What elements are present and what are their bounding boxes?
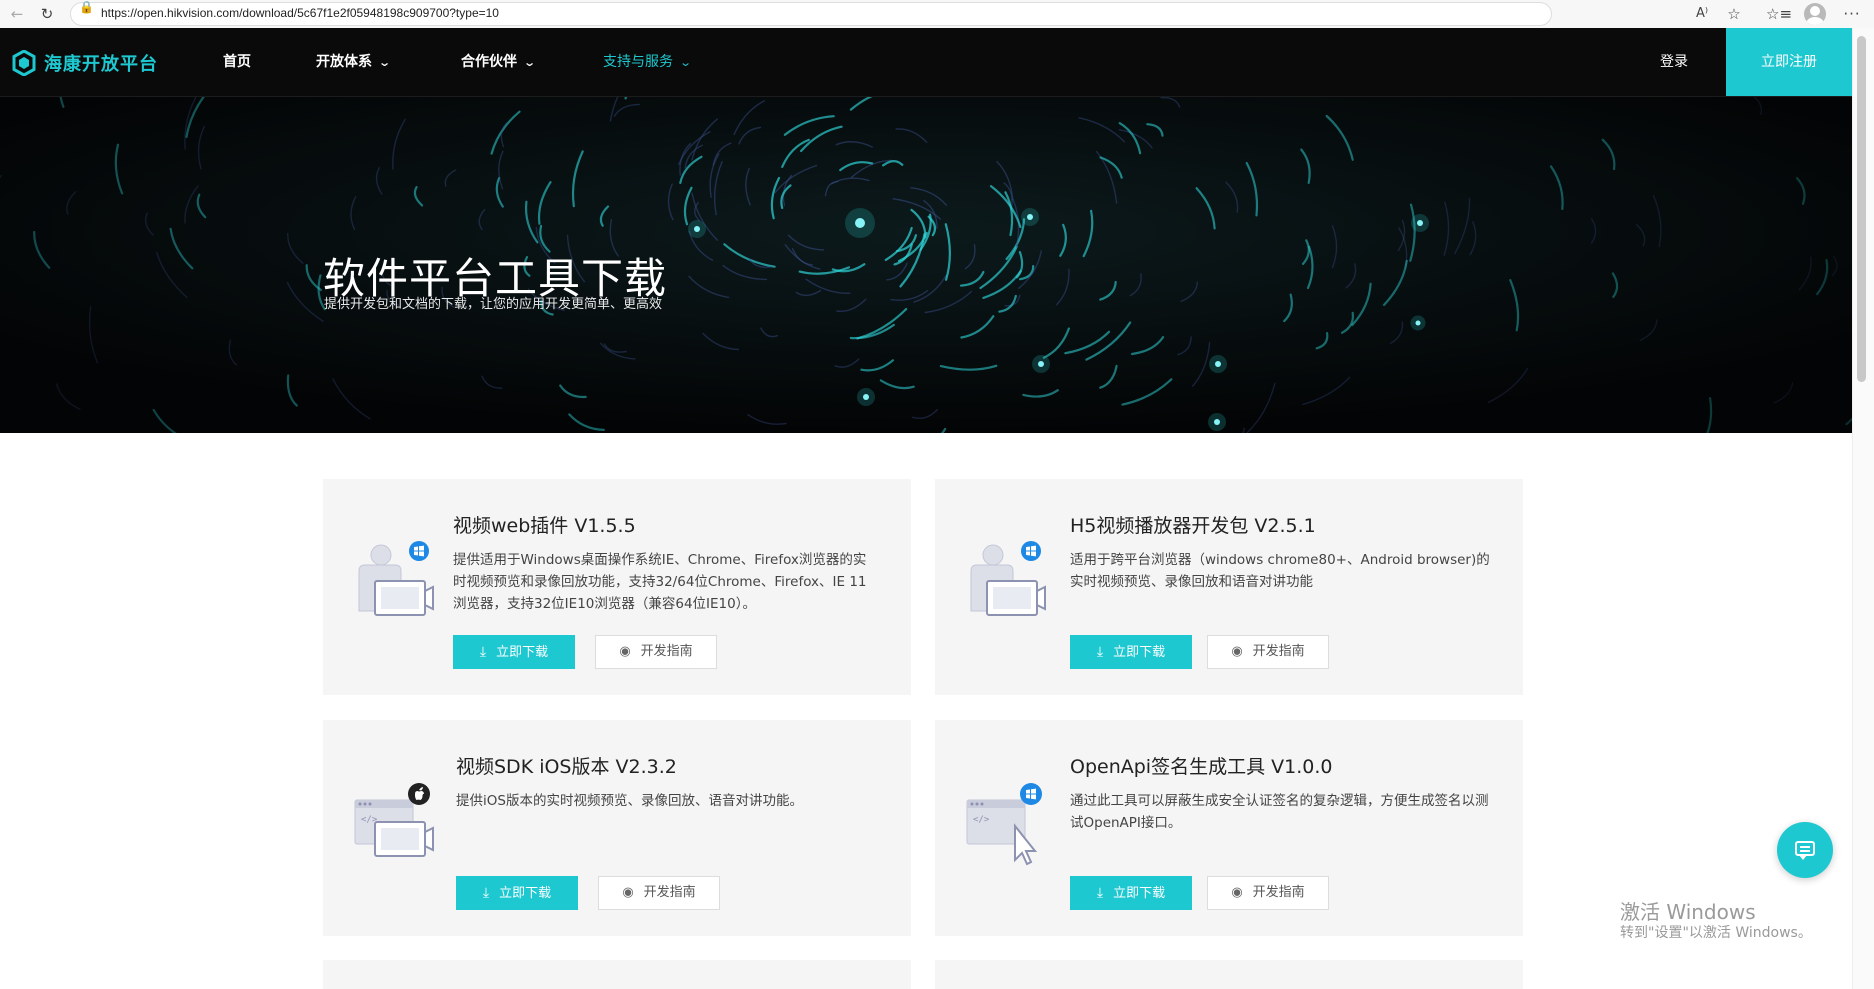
download-card: </> 视频SDK iOS版本 V2.3.2 提供iOS版本的实时视频预览、录像…	[323, 720, 911, 936]
nav-open-system-label: 开放体系	[316, 54, 372, 70]
eye-icon: ◉	[619, 644, 631, 659]
download-button[interactable]: ⤓ 立即下载	[1070, 876, 1192, 910]
download-card: 视频web插件 V1.5.5 提供适用于Windows桌面操作系统IE、Chro…	[323, 479, 911, 695]
lock-icon[interactable]: 🔒	[79, 0, 94, 14]
chat-bubble-icon	[1795, 841, 1815, 856]
download-icon: ⤓	[1096, 885, 1104, 901]
windows-plugin-icon	[970, 541, 1046, 616]
nav-open-system[interactable]: 开放体系 ⌄	[316, 28, 392, 96]
download-label: 立即下载	[1113, 886, 1166, 901]
favorites-list-icon[interactable]: ☆≡	[1766, 0, 1792, 28]
download-button[interactable]: ⤓ 立即下载	[456, 876, 578, 910]
download-icon: ⤓	[479, 644, 487, 660]
scrollbar-thumb[interactable]	[1857, 36, 1866, 382]
windows-activation-subtitle: 转到"设置"以激活 Windows。	[1620, 925, 1812, 941]
logo-text: 海康开放平台	[44, 54, 158, 75]
back-arrow-icon[interactable]: ←	[6, 0, 28, 28]
windows-activation-title: 激活 Windows	[1620, 900, 1756, 924]
read-aloud-icon[interactable]: A⁾	[1690, 0, 1714, 28]
chat-support-button[interactable]	[1777, 822, 1833, 878]
nav-partners-label: 合作伙伴	[461, 54, 517, 70]
guide-button[interactable]: ◉ 开发指南	[1207, 876, 1329, 910]
nav-support-services[interactable]: 支持与服务 ⌄	[603, 28, 693, 96]
guide-label: 开发指南	[640, 644, 693, 659]
profile-avatar[interactable]	[1804, 3, 1826, 25]
chevron-down-icon: ⌄	[523, 56, 537, 69]
guide-button[interactable]: ◉ 开发指南	[595, 635, 717, 669]
card-description: 通过此工具可以屏蔽生成安全认证签名的复杂逻辑，方便生成签名以测试OpenAPI接…	[1070, 793, 1489, 831]
download-icon: ⤓	[482, 885, 490, 901]
hero-banner: 软件平台工具下载 提供开发包和文档的下载，让您的应用开发更简单、更高效	[0, 97, 1852, 433]
register-button[interactable]: 立即注册	[1726, 28, 1852, 96]
ios-sdk-icon: </>	[354, 783, 434, 857]
card-description: 适用于跨平台浏览器（windows chrome80+、Android brow…	[1070, 552, 1490, 590]
guide-button[interactable]: ◉ 开发指南	[598, 876, 720, 910]
nav-home[interactable]: 首页	[223, 28, 251, 96]
card-title: H5视频播放器开发包 V2.5.1	[1070, 515, 1316, 537]
login-link[interactable]: 登录	[1660, 28, 1688, 96]
windows-plugin-icon	[358, 541, 434, 616]
download-icon: ⤓	[1096, 644, 1104, 660]
card-title: OpenApi签名生成工具 V1.0.0	[1070, 756, 1333, 778]
card-description: 提供适用于Windows桌面操作系统IE、Chrome、Firefox浏览器的实…	[453, 552, 867, 612]
more-menu-icon[interactable]: ···	[1840, 0, 1864, 28]
chevron-down-icon: ⌄	[378, 56, 392, 69]
windows-tool-icon: </>	[966, 783, 1042, 866]
download-card: H5视频播放器开发包 V2.5.1 适用于跨平台浏览器（windows chro…	[935, 479, 1523, 695]
site-logo[interactable]: 海康开放平台	[12, 50, 158, 76]
svg-text:</>: </>	[973, 815, 990, 825]
download-label: 立即下载	[499, 886, 552, 901]
nav-home-label: 首页	[223, 54, 251, 70]
card-title: 视频SDK iOS版本 V2.3.2	[456, 756, 677, 778]
guide-label: 开发指南	[1252, 644, 1305, 659]
guide-button[interactable]: ◉ 开发指南	[1207, 635, 1329, 669]
nav-partners[interactable]: 合作伙伴 ⌄	[461, 28, 537, 96]
browser-toolbar: ← ↻ 🔒 https://open.hikvision.com/downloa…	[0, 0, 1874, 29]
card-title: 视频web插件 V1.5.5	[453, 515, 636, 537]
download-card-partial	[323, 960, 911, 989]
eye-icon: ◉	[622, 885, 634, 900]
download-button[interactable]: ⤓ 立即下载	[453, 635, 575, 669]
download-card-partial	[935, 960, 1523, 989]
nav-support-services-label: 支持与服务	[603, 54, 673, 70]
eye-icon: ◉	[1231, 885, 1243, 900]
download-label: 立即下载	[496, 645, 549, 660]
card-description: 提供iOS版本的实时视频预览、录像回放、语音对讲功能。	[456, 793, 803, 809]
eye-icon: ◉	[1231, 644, 1243, 659]
site-header: 海康开放平台 首页 开放体系 ⌄ 合作伙伴 ⌄ 支持与服务 ⌄ 登录 立即注册	[0, 28, 1852, 97]
chevron-down-icon: ⌄	[679, 56, 693, 69]
hero-subtitle: 提供开发包和文档的下载，让您的应用开发更简单、更高效	[324, 297, 663, 312]
logo-icon	[12, 50, 36, 76]
favorite-star-icon[interactable]: ☆	[1722, 0, 1746, 28]
guide-label: 开发指南	[643, 885, 696, 900]
address-bar[interactable]: 🔒 https://open.hikvision.com/download/5c…	[70, 0, 1552, 26]
hero-background-pattern	[0, 97, 1852, 433]
guide-label: 开发指南	[1252, 885, 1305, 900]
download-card: </> OpenApi签名生成工具 V1.0.0 通过此工具可以屏蔽生成安全认证…	[935, 720, 1523, 936]
download-button[interactable]: ⤓ 立即下载	[1070, 635, 1192, 669]
reload-icon[interactable]: ↻	[36, 0, 58, 28]
download-label: 立即下载	[1113, 645, 1166, 660]
url-text[interactable]: https://open.hikvision.com/download/5c67…	[101, 6, 499, 20]
